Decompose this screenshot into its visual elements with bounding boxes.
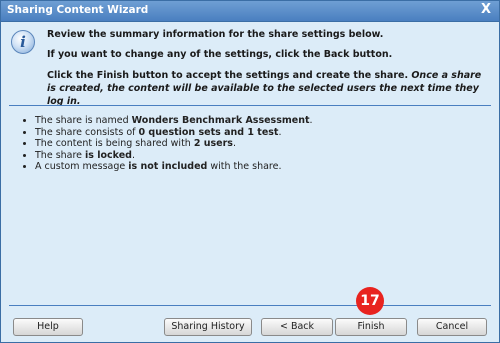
summary-value: Wonders Benchmark Assessment: [131, 115, 310, 126]
summary-text: The content is being shared with: [35, 138, 194, 149]
instruction-finish-part1: Click the Finish button to accept the se…: [47, 70, 412, 81]
summary-text: The share: [35, 149, 86, 161]
summary-value: is locked: [85, 149, 132, 161]
step-number-badge: 17: [356, 287, 384, 315]
summary-item-message: A custom message is not included with th…: [35, 161, 313, 173]
summary-text: The share consists of: [35, 126, 139, 138]
summary-list: The share is named Wonders Benchmark Ass…: [23, 115, 313, 173]
back-button[interactable]: < Back: [261, 318, 333, 336]
summary-item-users: The content is being shared with 2 users…: [35, 138, 313, 150]
info-icon-glyph: i: [20, 33, 26, 51]
summary-value: 0 question sets and 1 test: [138, 126, 279, 138]
summary-text: A custom message: [35, 161, 129, 172]
sharing-content-wizard-dialog: Sharing Content Wizard X i Review the su…: [0, 0, 500, 343]
summary-item-locked: The share is locked.: [35, 150, 313, 162]
summary-item-contents: The share consists of 0 question sets an…: [35, 127, 313, 139]
instruction-finish: Click the Finish button to accept the se…: [47, 69, 487, 108]
summary-text: .: [309, 115, 313, 126]
summary-text: with the share.: [207, 161, 282, 172]
instruction-review: Review the summary information for the s…: [47, 29, 384, 40]
summary-text: .: [132, 149, 136, 161]
sharing-history-button[interactable]: Sharing History: [164, 318, 252, 336]
bottom-divider: [9, 305, 491, 306]
dialog-title: Sharing Content Wizard: [7, 4, 149, 16]
summary-text: The share is named: [35, 115, 132, 126]
summary-value: is not included: [128, 161, 208, 172]
title-bar: Sharing Content Wizard X: [1, 1, 499, 22]
top-divider: [9, 105, 491, 106]
summary-text: .: [232, 138, 236, 149]
summary-value: 2 users: [193, 138, 233, 149]
finish-button[interactable]: Finish: [335, 318, 407, 336]
instruction-back: If you want to change any of the setting…: [47, 49, 393, 60]
summary-text: .: [278, 126, 282, 138]
cancel-button[interactable]: Cancel: [417, 318, 487, 336]
info-icon: i: [11, 30, 35, 54]
close-icon[interactable]: X: [481, 2, 491, 17]
help-button[interactable]: Help: [13, 318, 83, 336]
summary-item-name: The share is named Wonders Benchmark Ass…: [35, 115, 313, 127]
